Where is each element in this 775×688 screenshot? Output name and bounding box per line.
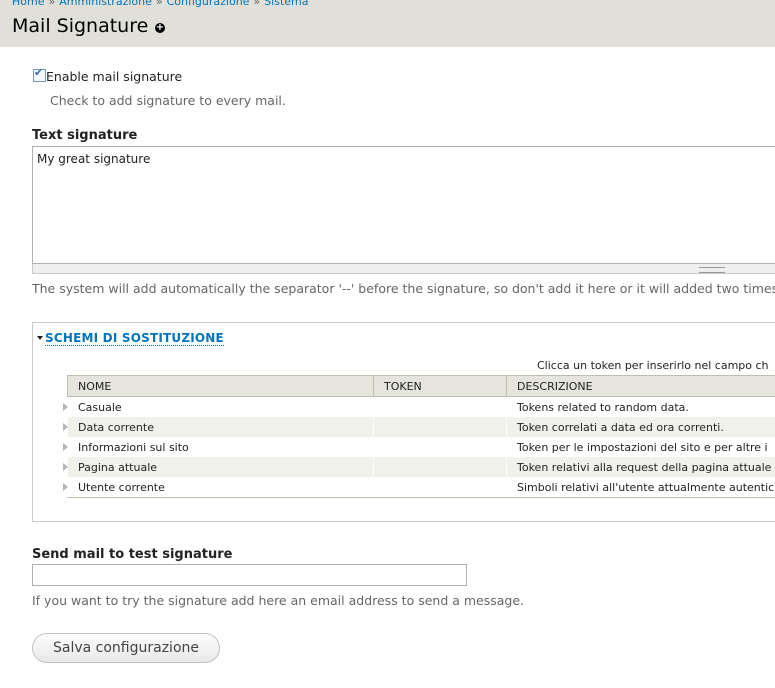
token-group-token (373, 477, 507, 498)
token-group-name[interactable]: Pagina attuale (67, 457, 374, 477)
table-row[interactable]: Informazioni sul sito Token per le impos… (67, 437, 775, 457)
test-mail-input[interactable] (32, 564, 467, 586)
breadcrumb-configurazione[interactable]: Configurazione (167, 0, 250, 8)
column-header-name: NOME (67, 375, 374, 397)
page-header: Home» Amministrazione» Configurazione» Sist… (0, 0, 775, 47)
text-signature-textarea[interactable]: My great signature (32, 146, 775, 264)
text-signature-label: Text signature (32, 128, 138, 143)
token-table: NOME TOKEN DESCRIZIONE Casuale Tokens re… (67, 375, 775, 498)
expand-row-icon[interactable] (63, 403, 68, 411)
token-group-description: Simboli relativi all'utente attualmente … (506, 477, 775, 498)
expand-row-icon[interactable] (63, 463, 68, 471)
expand-row-icon[interactable] (63, 423, 68, 431)
token-group-name[interactable]: Utente corrente (67, 477, 374, 498)
replacement-patterns-toggle[interactable]: SCHEMI DI SOSTITUZIONE (37, 330, 224, 346)
replacement-patterns-legend[interactable]: SCHEMI DI SOSTITUZIONE (45, 331, 224, 346)
breadcrumb-separator: » (253, 0, 261, 8)
token-group-description: Tokens related to random data. (506, 396, 775, 417)
breadcrumb: Home» Amministrazione» Configurazione» Sist… (12, 0, 308, 8)
table-row[interactable]: Casuale Tokens related to random data. (67, 396, 775, 417)
token-group-token (373, 437, 507, 457)
collapse-arrow-icon (37, 336, 43, 340)
breadcrumb-separator: » (155, 0, 163, 8)
breadcrumb-amministrazione[interactable]: Amministrazione (59, 0, 152, 8)
token-group-description: Token per le impostazioni del sito e per… (506, 437, 775, 457)
plus-circle-icon[interactable]: + (155, 23, 165, 33)
token-group-description: Token relativi alla request della pagina… (506, 457, 775, 477)
breadcrumb-sistema[interactable]: Sistema (264, 0, 308, 8)
expand-row-icon[interactable] (63, 483, 68, 491)
breadcrumb-home[interactable]: Home (12, 0, 44, 8)
enable-signature-checkbox-row[interactable]: Enable mail signature (33, 66, 182, 84)
column-header-description: DESCRIZIONE (506, 375, 775, 397)
grip-icon (699, 267, 725, 273)
token-group-name[interactable]: Informazioni sul sito (67, 437, 374, 457)
table-row[interactable]: Pagina attuale Token relativi alla reque… (67, 457, 775, 477)
test-mail-description: If you want to try the signature add her… (32, 593, 525, 608)
token-table-header: NOME TOKEN DESCRIZIONE (67, 375, 775, 397)
enable-signature-description: Check to add signature to every mail. (50, 93, 286, 108)
textarea-resize-handle[interactable] (32, 264, 775, 274)
token-group-description: Token correlati a data ed ora correnti. (506, 417, 775, 437)
token-group-token (373, 457, 507, 477)
page-title: Mail Signature (12, 15, 149, 37)
token-group-name[interactable]: Data corrente (67, 417, 374, 437)
breadcrumb-separator: » (48, 0, 56, 8)
test-mail-label: Send mail to test signature (32, 547, 233, 562)
enable-signature-checkbox[interactable] (33, 66, 46, 82)
token-group-token (373, 417, 507, 437)
expand-row-icon[interactable] (63, 443, 68, 451)
column-header-token: TOKEN (373, 375, 507, 397)
table-row[interactable]: Data corrente Token correlati a data ed … (67, 417, 775, 437)
token-hint-text: Clicca un token per inserirlo nel campo … (537, 359, 769, 372)
save-configuration-button[interactable]: Salva configurazione (32, 633, 220, 663)
text-signature-description: The system will add automatically the se… (32, 281, 775, 296)
table-row[interactable]: Utente corrente Simboli relativi all'ute… (67, 477, 775, 498)
token-group-name[interactable]: Casuale (67, 396, 374, 417)
token-group-token (373, 396, 507, 417)
enable-signature-label[interactable]: Enable mail signature (46, 69, 182, 84)
